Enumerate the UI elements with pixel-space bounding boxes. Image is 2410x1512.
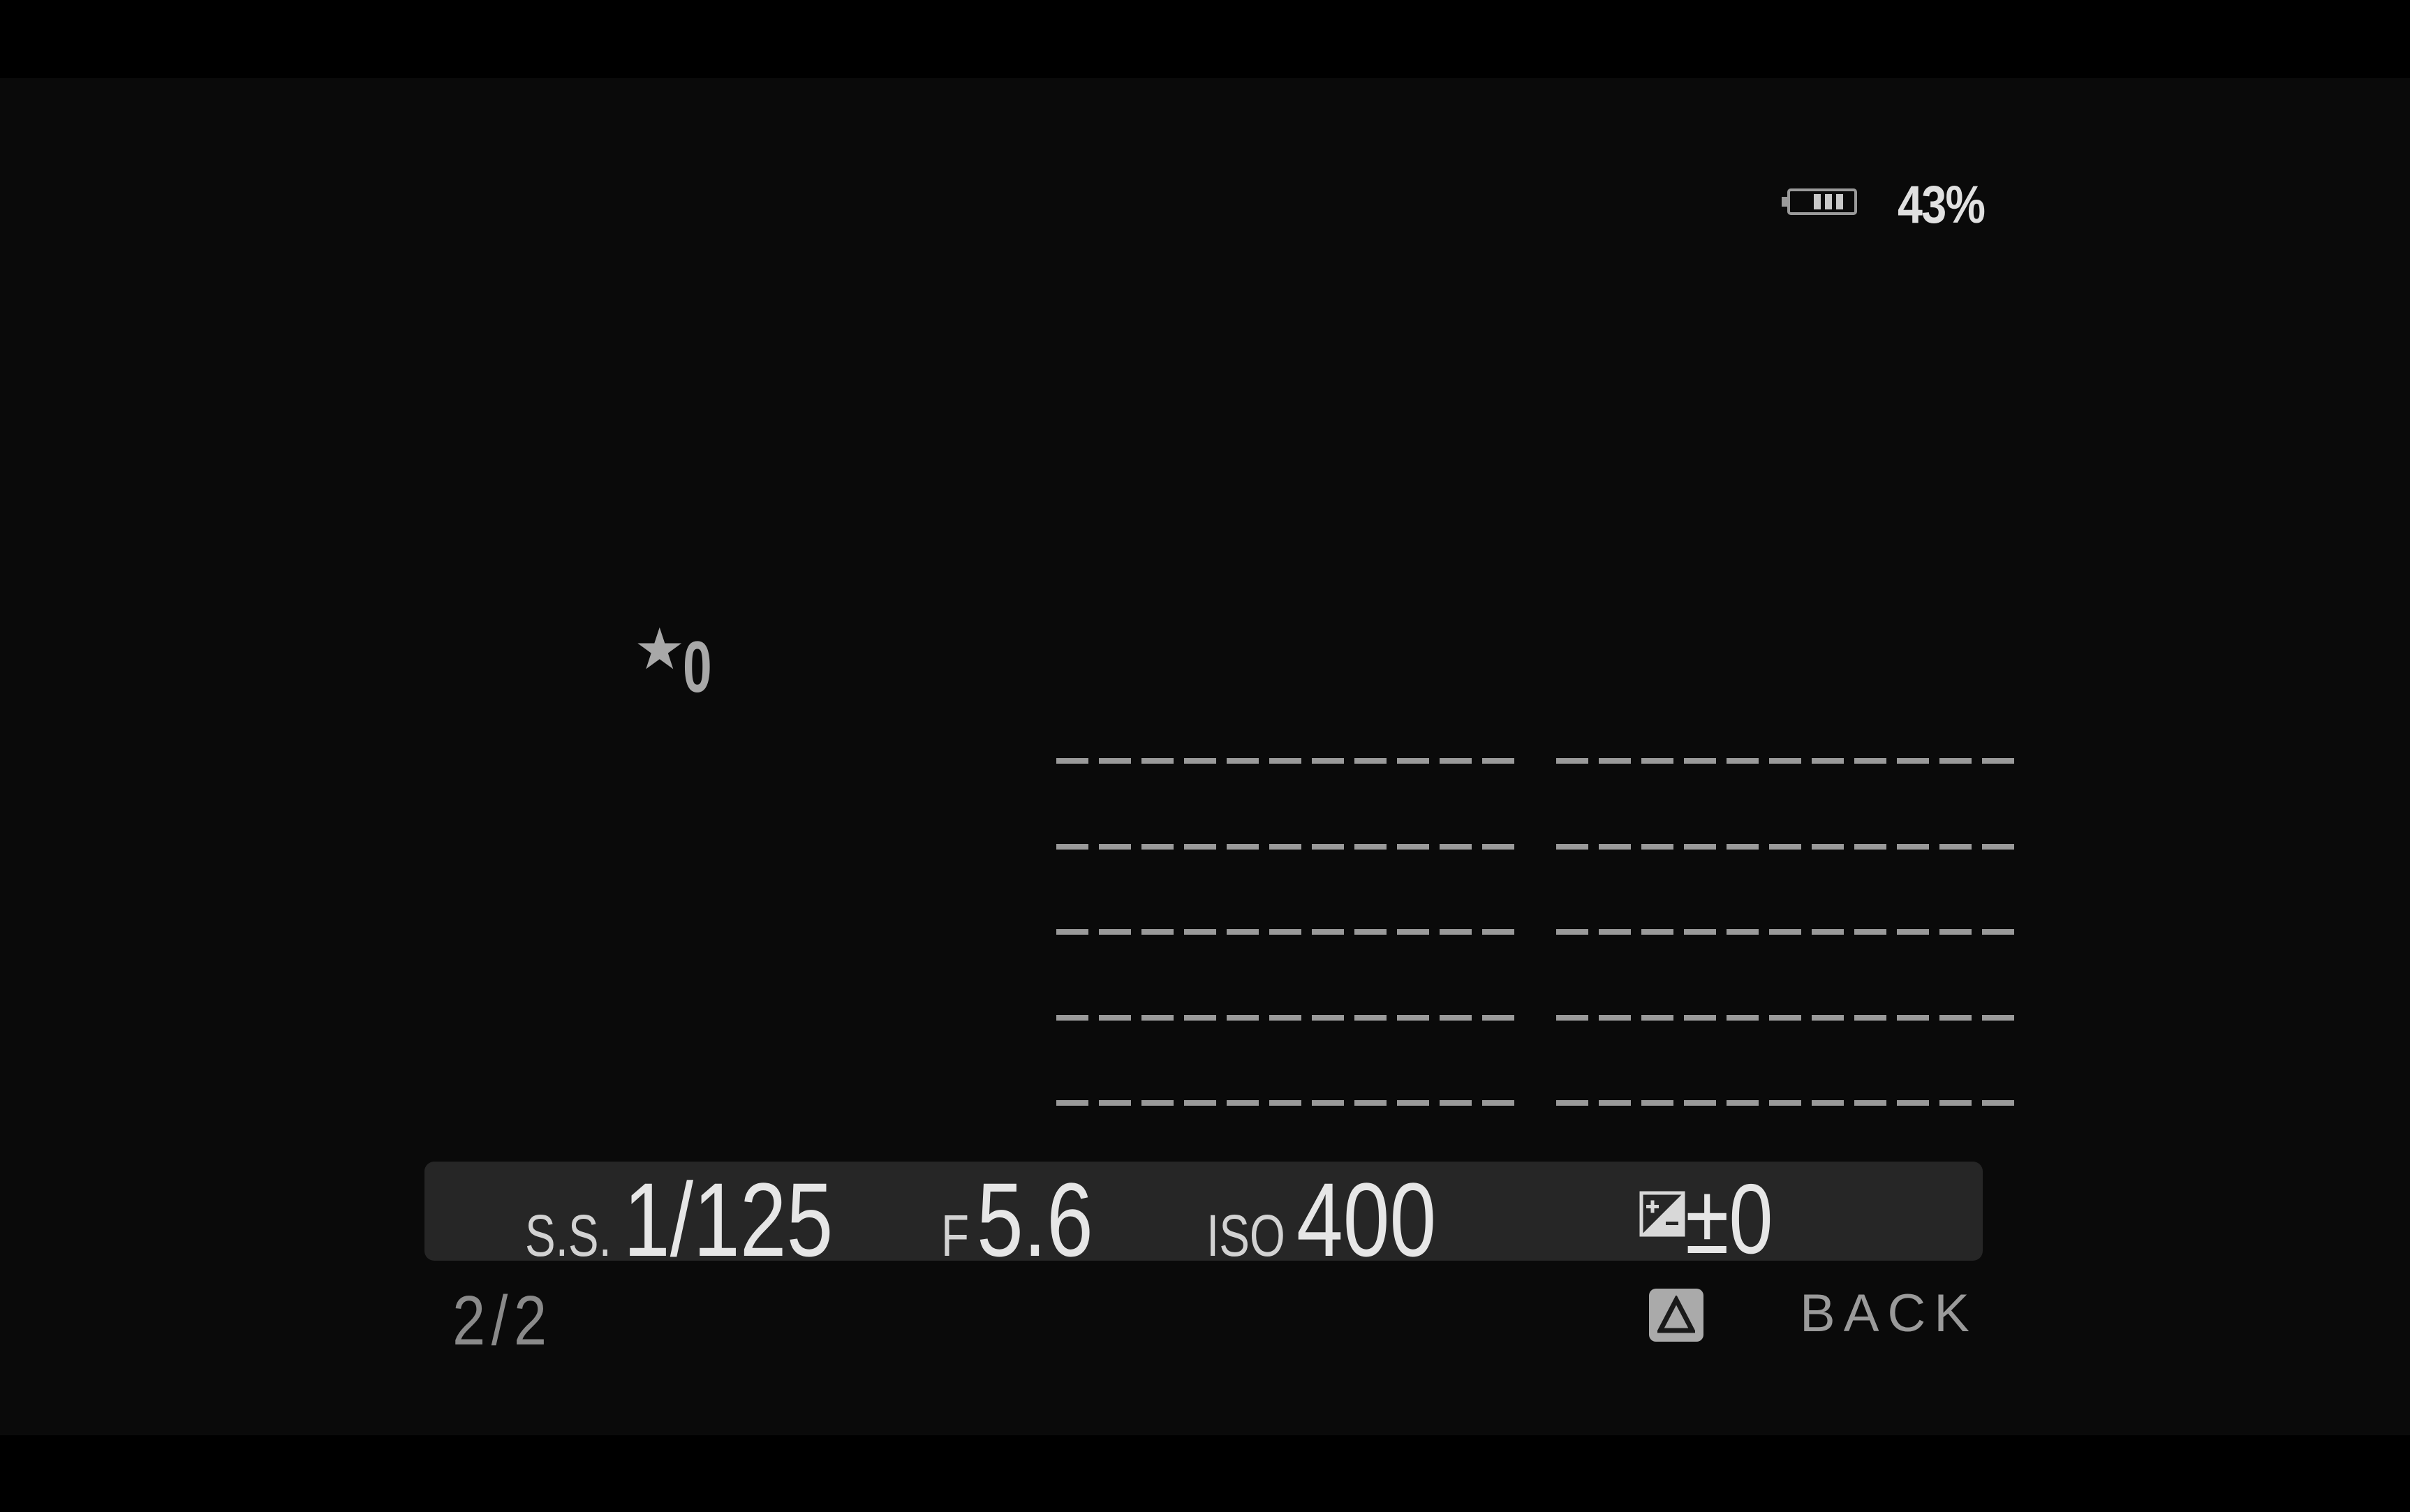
info-value-placeholder [1556, 929, 2020, 935]
shutter-speed-value: 1/125 [623, 1161, 834, 1278]
iso: ISO 400 [1206, 1167, 1471, 1502]
aperture-value: 5.6 [977, 1161, 1094, 1278]
info-value-placeholder [1556, 1015, 2020, 1021]
iso-value: 400 [1296, 1161, 1437, 1278]
aperture-label: F [941, 1203, 970, 1268]
info-label-placeholder [1056, 844, 1520, 850]
shutter-speed-label: S.S. [525, 1203, 612, 1268]
rating-value: 0 [683, 627, 712, 708]
info-label-placeholder [1056, 1015, 1520, 1021]
page-counter: 2/2 [452, 1282, 553, 1360]
info-value-placeholder [1556, 844, 2020, 850]
triangle-up-icon [1657, 1296, 1695, 1333]
battery-level: 43% [1898, 175, 1986, 235]
info-value-placeholder [1556, 758, 2020, 764]
iso-label: ISO [1206, 1203, 1285, 1268]
shutter-speed: S.S. 1/125 [525, 1167, 885, 1502]
star-icon: ★ [634, 618, 686, 681]
info-label-placeholder [1056, 929, 1520, 935]
aperture: F5.6 [941, 1167, 1123, 1502]
info-label-placeholder [1056, 1100, 1520, 1106]
up-button[interactable] [1649, 1289, 1703, 1342]
exposure-compensation-icon [1639, 1191, 1685, 1237]
exposure-compensation-value: ±0 [1685, 1164, 1773, 1275]
info-label-placeholder [1056, 758, 1520, 764]
info-value-placeholder [1556, 1100, 2020, 1106]
back-label[interactable]: BACK [1800, 1287, 1978, 1340]
battery-icon [1782, 188, 1857, 215]
